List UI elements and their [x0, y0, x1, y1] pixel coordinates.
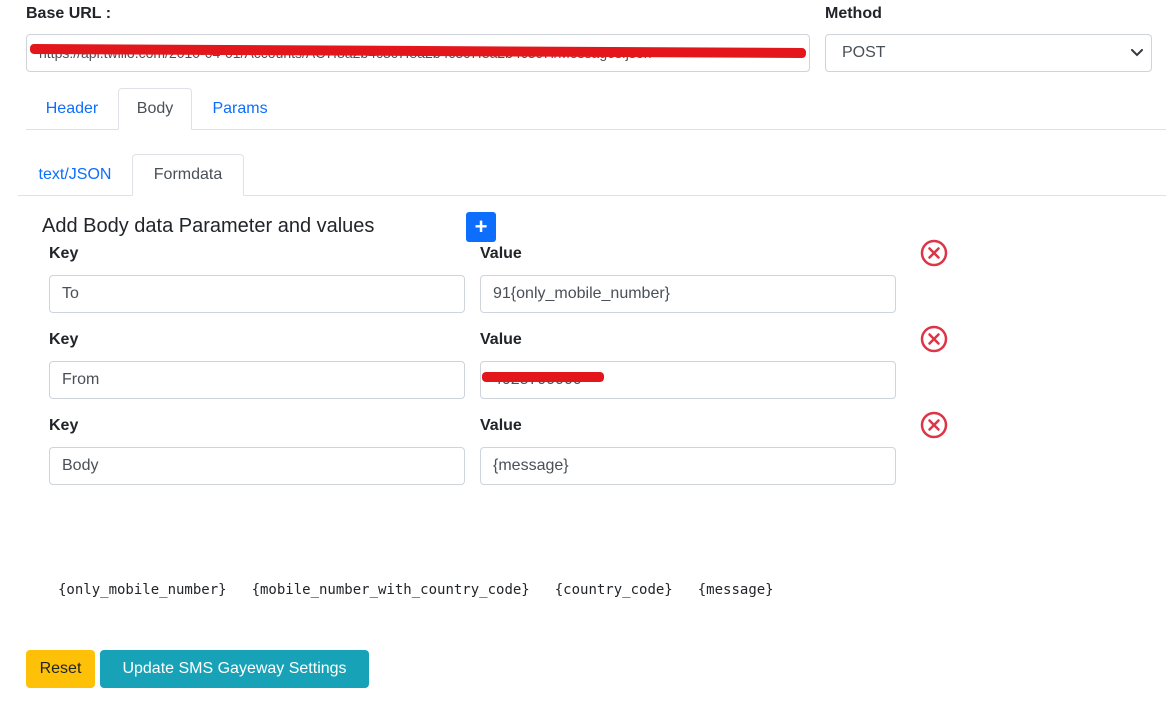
method-label: Method: [825, 5, 882, 22]
tab-params[interactable]: Params: [192, 88, 288, 130]
key-input-value: Body: [62, 457, 99, 474]
value-label: Value: [480, 331, 522, 348]
base-url-label: Base URL :: [26, 5, 112, 22]
placeholder-token: {only_mobile_number}: [58, 582, 227, 598]
remove-row-icon[interactable]: [920, 411, 948, 439]
key-input-value: From: [62, 371, 100, 388]
key-label: Key: [49, 331, 79, 348]
remove-row-icon[interactable]: [920, 239, 948, 267]
placeholder-token: {mobile_number_with_country_code}: [251, 582, 530, 598]
placeholder-token: {message}: [697, 582, 774, 598]
key-label: Key: [49, 417, 79, 434]
method-selected-value: POST: [842, 44, 886, 61]
placeholder-tokens: {only_mobile_number} {mobile_number_with…: [58, 582, 799, 598]
value-input[interactable]: 91{only_mobile_number}: [480, 275, 896, 313]
value-label: Value: [480, 245, 522, 262]
add-parameter-button[interactable]: +: [466, 212, 496, 242]
key-label: Key: [49, 245, 79, 262]
key-input-value: To: [62, 285, 79, 302]
key-input[interactable]: Body: [49, 447, 465, 485]
tab-body[interactable]: Body: [118, 88, 192, 130]
tab-formdata[interactable]: Formdata: [132, 154, 244, 196]
remove-row-icon[interactable]: [920, 325, 948, 353]
value-label: Value: [480, 417, 522, 434]
key-input[interactable]: To: [49, 275, 465, 313]
chevron-down-icon: [1131, 49, 1143, 57]
value-input[interactable]: {message}: [480, 447, 896, 485]
reset-button[interactable]: Reset: [26, 650, 95, 688]
value-input-value: {message}: [493, 457, 569, 474]
value-redaction: [482, 372, 604, 382]
plus-icon: +: [474, 214, 488, 239]
tab-text-json[interactable]: text/JSON: [18, 154, 132, 196]
value-input-value: 91{only_mobile_number}: [493, 285, 671, 302]
key-input[interactable]: From: [49, 361, 465, 399]
update-settings-button[interactable]: Update SMS Gayeway Settings: [100, 650, 369, 688]
method-select[interactable]: POST: [825, 34, 1152, 72]
placeholder-token: {country_code}: [554, 582, 673, 598]
tab-header[interactable]: Header: [26, 88, 118, 130]
section-title: Add Body data Parameter and values: [42, 215, 375, 237]
